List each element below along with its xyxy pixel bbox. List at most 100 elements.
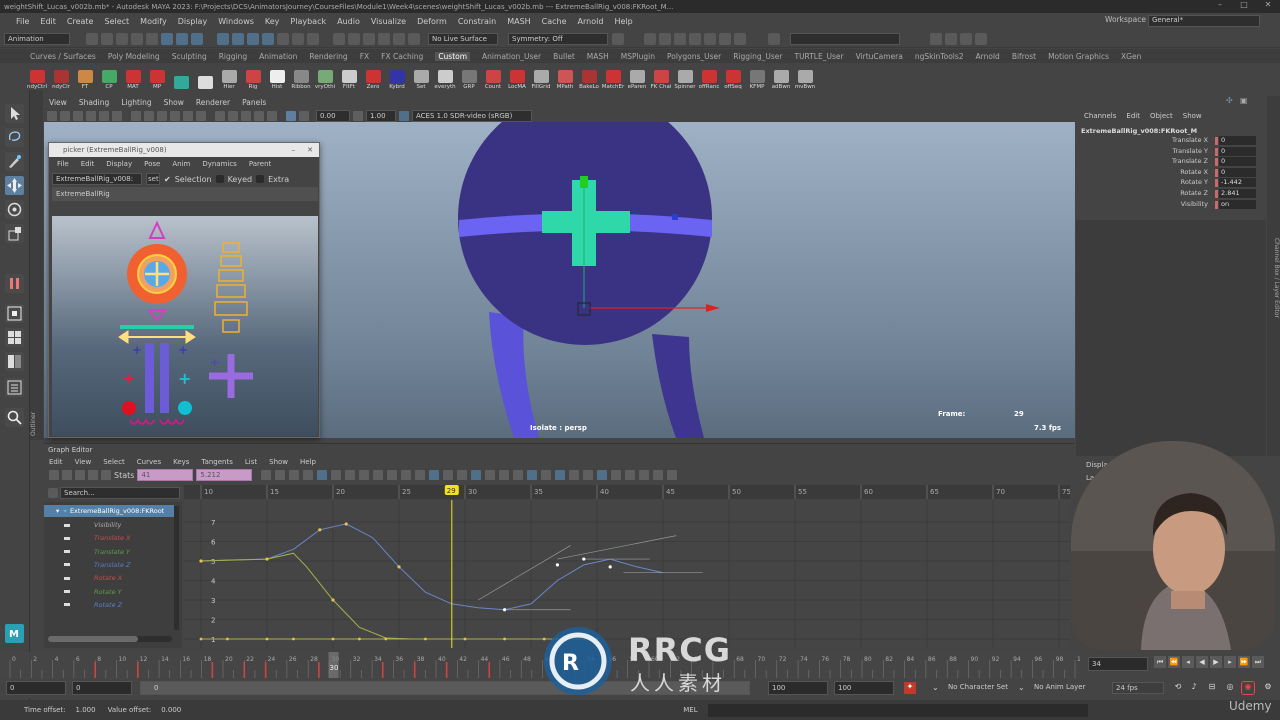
unlink-icon[interactable] — [393, 32, 405, 45]
filter-icon[interactable] — [48, 488, 58, 498]
channel-value[interactable]: 0 — [1219, 136, 1256, 145]
viewport-menu-show[interactable]: Show — [164, 98, 184, 107]
xray-icon[interactable] — [215, 110, 225, 121]
go-to-end-icon[interactable]: ⏭ — [1252, 656, 1264, 668]
keyed-checkbox[interactable] — [215, 175, 224, 183]
menu-deform[interactable]: Deform — [417, 17, 447, 26]
unify-tangent-icon[interactable] — [457, 470, 468, 480]
outliner-tab[interactable]: Outliner — [30, 90, 43, 440]
menu-windows[interactable]: Windows — [218, 17, 254, 26]
sync-timeline-icon[interactable] — [611, 470, 622, 480]
stack-curves-icon[interactable] — [667, 470, 678, 480]
viewport-menu-view[interactable]: View — [49, 98, 67, 107]
picker-hip-bar[interactable] — [120, 325, 194, 329]
redo-icon[interactable] — [146, 32, 158, 45]
shelf-tab-animation-user[interactable]: Animation_User — [482, 52, 541, 61]
two-view-icon[interactable] — [5, 352, 24, 371]
shelf-button-ft[interactable]: FT — [74, 63, 96, 90]
curve-key[interactable] — [199, 637, 203, 641]
lights-icon[interactable] — [183, 110, 193, 121]
snap-curve-icon[interactable] — [232, 32, 244, 45]
curve-key[interactable] — [555, 563, 559, 567]
textured-icon[interactable] — [170, 110, 180, 121]
gamma-icon[interactable] — [353, 110, 363, 121]
minimize-button[interactable]: – — [1208, 0, 1232, 13]
graph-menu-edit[interactable]: Edit — [49, 458, 63, 466]
move-key-icon[interactable] — [49, 470, 59, 480]
channel-box-float-icon[interactable]: ▣ — [1240, 96, 1248, 105]
shelf-button-hist[interactable]: Hist — [266, 63, 288, 90]
channel-box-toggle-icon[interactable] — [975, 32, 987, 45]
curve-key[interactable] — [344, 522, 348, 526]
hypershade-icon[interactable] — [689, 32, 701, 45]
xray-joints-icon[interactable] — [228, 110, 238, 121]
shelf-button-icon-7[interactable] — [194, 63, 216, 90]
stats-value-field[interactable]: 5.212 — [196, 469, 253, 481]
value-snap-icon[interactable] — [583, 470, 594, 480]
save-scene-icon[interactable] — [116, 32, 128, 45]
render-settings-icon[interactable] — [674, 32, 686, 45]
color-management-icon[interactable] — [399, 110, 409, 121]
value-offset-value[interactable]: 0.000 — [161, 706, 181, 714]
camera-icon[interactable] — [47, 110, 57, 121]
namespace-dropdown[interactable]: ExtremeBallRig_v008: — [52, 173, 142, 185]
timeline-key[interactable] — [413, 662, 416, 678]
shelf-button-vryothi[interactable]: vryOthi — [314, 63, 336, 90]
select-hierarchy-icon[interactable] — [161, 32, 173, 45]
shelf-tab-fx-caching[interactable]: FX Caching — [381, 52, 423, 61]
smooth-shade-icon[interactable] — [144, 110, 154, 121]
snap-plane-icon[interactable] — [262, 32, 274, 45]
picker-up-triangle[interactable] — [148, 220, 166, 239]
record-icon[interactable]: ◉ — [1241, 681, 1255, 695]
shelf-button-fltft[interactable]: FltFt — [338, 63, 360, 90]
shelf-tab-rigging[interactable]: Rigging — [219, 52, 247, 61]
timeline-key[interactable] — [488, 662, 491, 678]
selection-checkbox[interactable]: ✔ — [164, 175, 171, 184]
pause-icon[interactable] — [612, 32, 624, 45]
shelf-button-matcher[interactable]: MatchEr — [602, 63, 624, 90]
shelf-tab-arnold[interactable]: Arnold — [976, 52, 1000, 61]
shelf-button-fillgrid[interactable]: FillGrid — [530, 63, 552, 90]
region-icon[interactable] — [88, 470, 98, 480]
snap-point-icon[interactable] — [247, 32, 259, 45]
timeline-key[interactable] — [211, 662, 214, 678]
menu-file[interactable]: File — [16, 17, 29, 26]
play-backwards-icon[interactable]: ◀ — [1196, 656, 1208, 668]
move-tool-icon[interactable] — [5, 176, 24, 195]
lock-icon[interactable] — [292, 32, 304, 45]
image-plane-icon[interactable] — [86, 110, 96, 121]
picker-foot-right[interactable] — [178, 401, 192, 415]
picker-menu-file[interactable]: File — [57, 160, 69, 168]
shelf-button-count[interactable]: Count — [482, 63, 504, 90]
viewport-menu-panels[interactable]: Panels — [242, 98, 266, 107]
graph-menu-list[interactable]: List — [245, 458, 257, 466]
picker-menu-parent[interactable]: Parent — [249, 160, 271, 168]
channel-menu-show[interactable]: Show — [1183, 112, 1202, 120]
menuset-dropdown[interactable]: Animation — [4, 32, 70, 45]
shelf-tab-animation[interactable]: Animation — [259, 52, 297, 61]
channel-rotate-z[interactable]: Rotate Z — [44, 599, 178, 611]
film-gate-icon[interactable] — [112, 110, 122, 121]
curve-key[interactable] — [226, 637, 229, 641]
select-object-icon[interactable] — [176, 32, 188, 45]
curve-translate-z[interactable] — [200, 523, 664, 611]
timeline-key[interactable] — [381, 662, 384, 678]
shelf-button-mvbwn[interactable]: mvBwn — [794, 63, 816, 90]
timeline-key[interactable] — [264, 662, 267, 678]
mel-label[interactable]: MEL — [683, 706, 697, 714]
extra-checkbox[interactable] — [256, 175, 265, 183]
graph-time-ruler[interactable]: 10 15 20 25 30 35 40 45 50 55 60 65 70 75 29 — [184, 485, 1070, 499]
curve-key[interactable] — [503, 608, 507, 612]
maximize-button[interactable]: □ — [1232, 0, 1256, 13]
menu-cache[interactable]: Cache — [542, 17, 567, 26]
menu-help[interactable]: Help — [614, 17, 632, 26]
side-tab-channel-box-layer-editor[interactable]: Channel Box / Layer Editor — [1273, 238, 1280, 318]
shelf-button-mpath[interactable]: MPath — [554, 63, 576, 90]
step-back-key-icon[interactable]: ⏪ — [1168, 656, 1180, 668]
step-forward-icon[interactable]: ▸ — [1224, 656, 1236, 668]
channel-menu-channels[interactable]: Channels — [1084, 112, 1116, 120]
denormalize-icon[interactable] — [541, 470, 552, 480]
shelf-tab-ngskintools2[interactable]: ngSkinTools2 — [915, 52, 964, 61]
shelf-button-offranc[interactable]: offRanc — [698, 63, 720, 90]
snap-surface-icon[interactable] — [277, 32, 289, 45]
